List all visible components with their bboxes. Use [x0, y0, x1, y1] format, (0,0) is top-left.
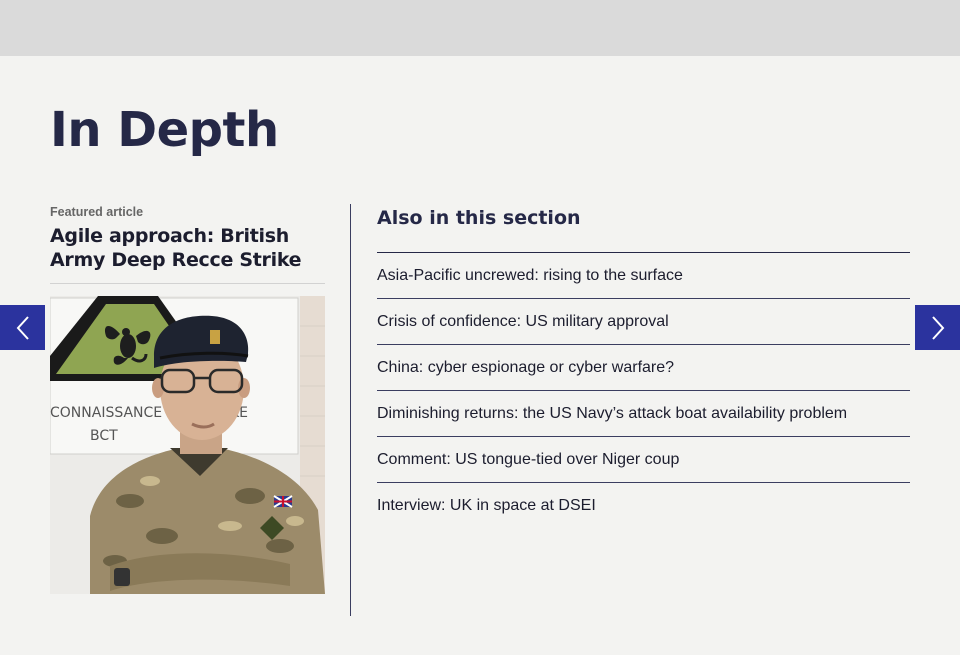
article-link[interactable]: Comment: US tongue-tied over Niger coup	[377, 450, 679, 470]
top-bar	[0, 0, 960, 56]
article-link[interactable]: Crisis of confidence: US military approv…	[377, 312, 669, 332]
featured-divider	[50, 283, 325, 284]
chevron-left-icon	[16, 315, 29, 340]
article-link[interactable]: Diminishing returns: the US Navy’s attac…	[377, 404, 847, 424]
list-item: Asia-Pacific uncrewed: rising to the sur…	[377, 253, 910, 299]
carousel-prev-button[interactable]	[0, 305, 45, 350]
featured-article-image[interactable]: CONNAISSANCE KE BCT	[50, 296, 325, 594]
list-item: Comment: US tongue-tied over Niger coup	[377, 437, 910, 483]
article-link[interactable]: China: cyber espionage or cyber warfare?	[377, 358, 674, 378]
article-link[interactable]: Interview: UK in space at DSEI	[377, 496, 596, 516]
list-item: Crisis of confidence: US military approv…	[377, 299, 910, 345]
list-item: Interview: UK in space at DSEI	[377, 483, 910, 528]
image-sign-text-1: CONNAISSANCE	[50, 405, 162, 421]
chevron-right-icon	[931, 315, 944, 340]
section-title: In Depth	[50, 102, 279, 158]
image-sign-text-2: BCT	[90, 428, 118, 444]
list-item: Diminishing returns: the US Navy’s attac…	[377, 391, 910, 437]
also-articles-list: Asia-Pacific uncrewed: rising to the sur…	[377, 252, 910, 528]
column-divider	[350, 204, 351, 616]
also-section-title: Also in this section	[377, 207, 581, 229]
list-item: China: cyber espionage or cyber warfare?	[377, 345, 910, 391]
featured-article-title[interactable]: Agile approach: British Army Deep Recce …	[50, 224, 330, 272]
article-link[interactable]: Asia-Pacific uncrewed: rising to the sur…	[377, 266, 683, 286]
carousel-next-button[interactable]	[915, 305, 960, 350]
featured-label: Featured article	[50, 205, 144, 219]
